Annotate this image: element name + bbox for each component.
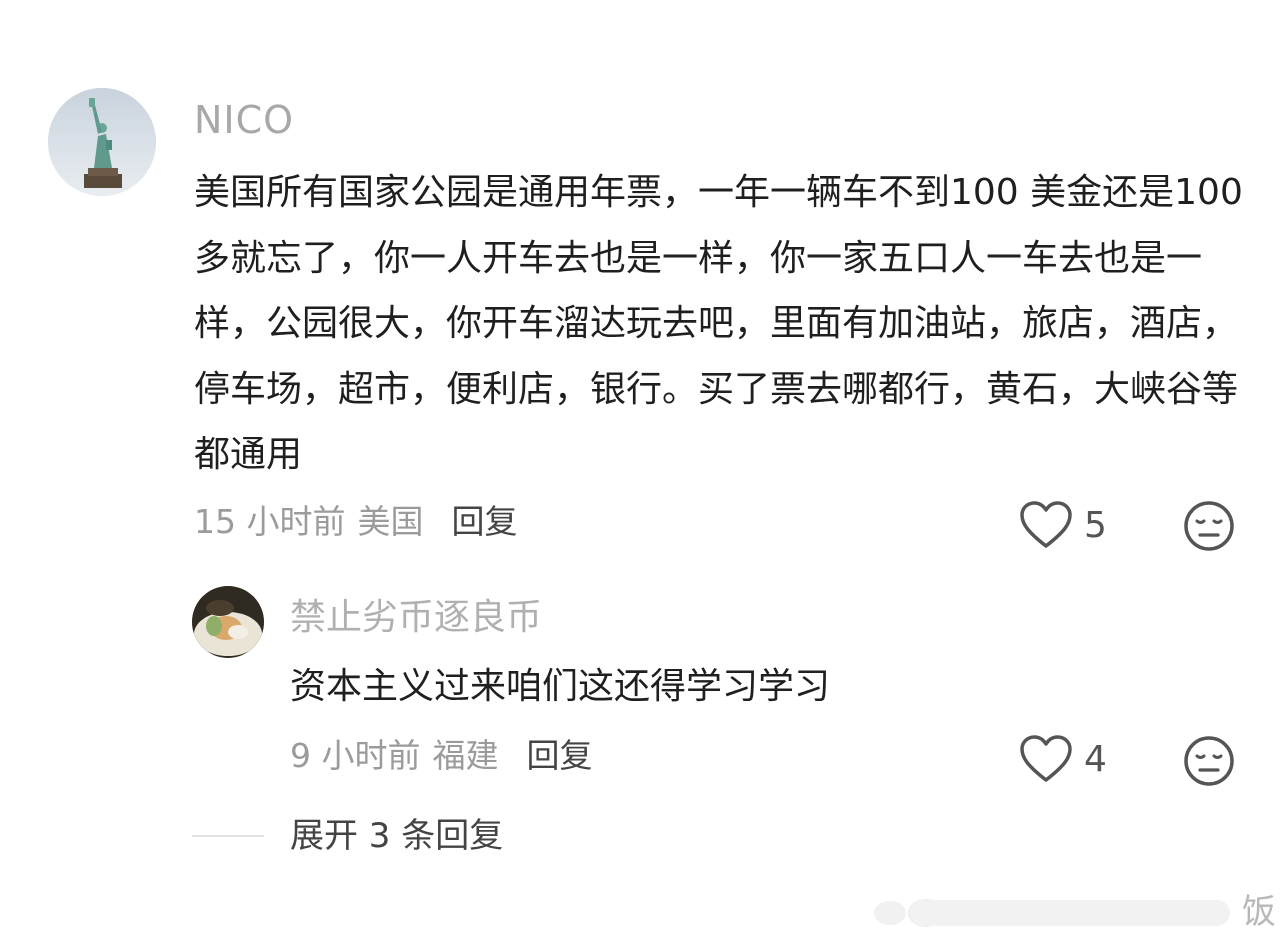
- statue-of-liberty-icon: [48, 88, 156, 196]
- timestamp: 15 小时前: [194, 502, 346, 541]
- meh-face-icon: [1184, 501, 1234, 551]
- like-button[interactable]: 5: [1018, 497, 1107, 553]
- reply-meta: 9 小时前 福建 回复: [290, 731, 593, 781]
- heart-outline-icon: [1020, 501, 1072, 548]
- reply-button[interactable]: 回复: [527, 736, 593, 775]
- location: 美国: [357, 502, 424, 541]
- reply-avatar[interactable]: [192, 586, 264, 658]
- like-count: 5: [1084, 504, 1107, 546]
- reply-username[interactable]: 禁止劣币逐良币: [290, 596, 542, 640]
- comment-meta: 15 小时前 美国 回复: [194, 497, 517, 547]
- timestamp: 9 小时前: [290, 736, 421, 775]
- username[interactable]: NICO: [194, 98, 294, 142]
- comment-thread: NICO 美国所有国家公园是通用年票，一年一辆车不到100 美金还是100 多就…: [0, 0, 1284, 942]
- reply-text: 资本主义过来咱们这还得学习学习: [290, 666, 831, 707]
- reaction-button[interactable]: [1183, 735, 1235, 791]
- location: 福建: [432, 736, 499, 775]
- heart-outline-icon: [1020, 735, 1072, 782]
- reply-button[interactable]: 回复: [451, 502, 517, 541]
- food-photo-icon: [192, 586, 264, 658]
- reaction-button[interactable]: [1183, 500, 1235, 556]
- watermark-text: 饭: [1242, 892, 1276, 932]
- like-count: 4: [1084, 738, 1107, 780]
- watermark-logo: [874, 899, 1230, 927]
- expand-replies-button[interactable]: 展开 3 条回复: [290, 812, 503, 860]
- like-button[interactable]: 4: [1018, 731, 1107, 787]
- comment-text: 美国所有国家公园是通用年票，一年一辆车不到100 美金还是100 多就忘了，你一…: [194, 172, 1243, 475]
- avatar[interactable]: [48, 88, 156, 196]
- expand-divider: [192, 835, 264, 837]
- meh-face-icon: [1184, 736, 1234, 786]
